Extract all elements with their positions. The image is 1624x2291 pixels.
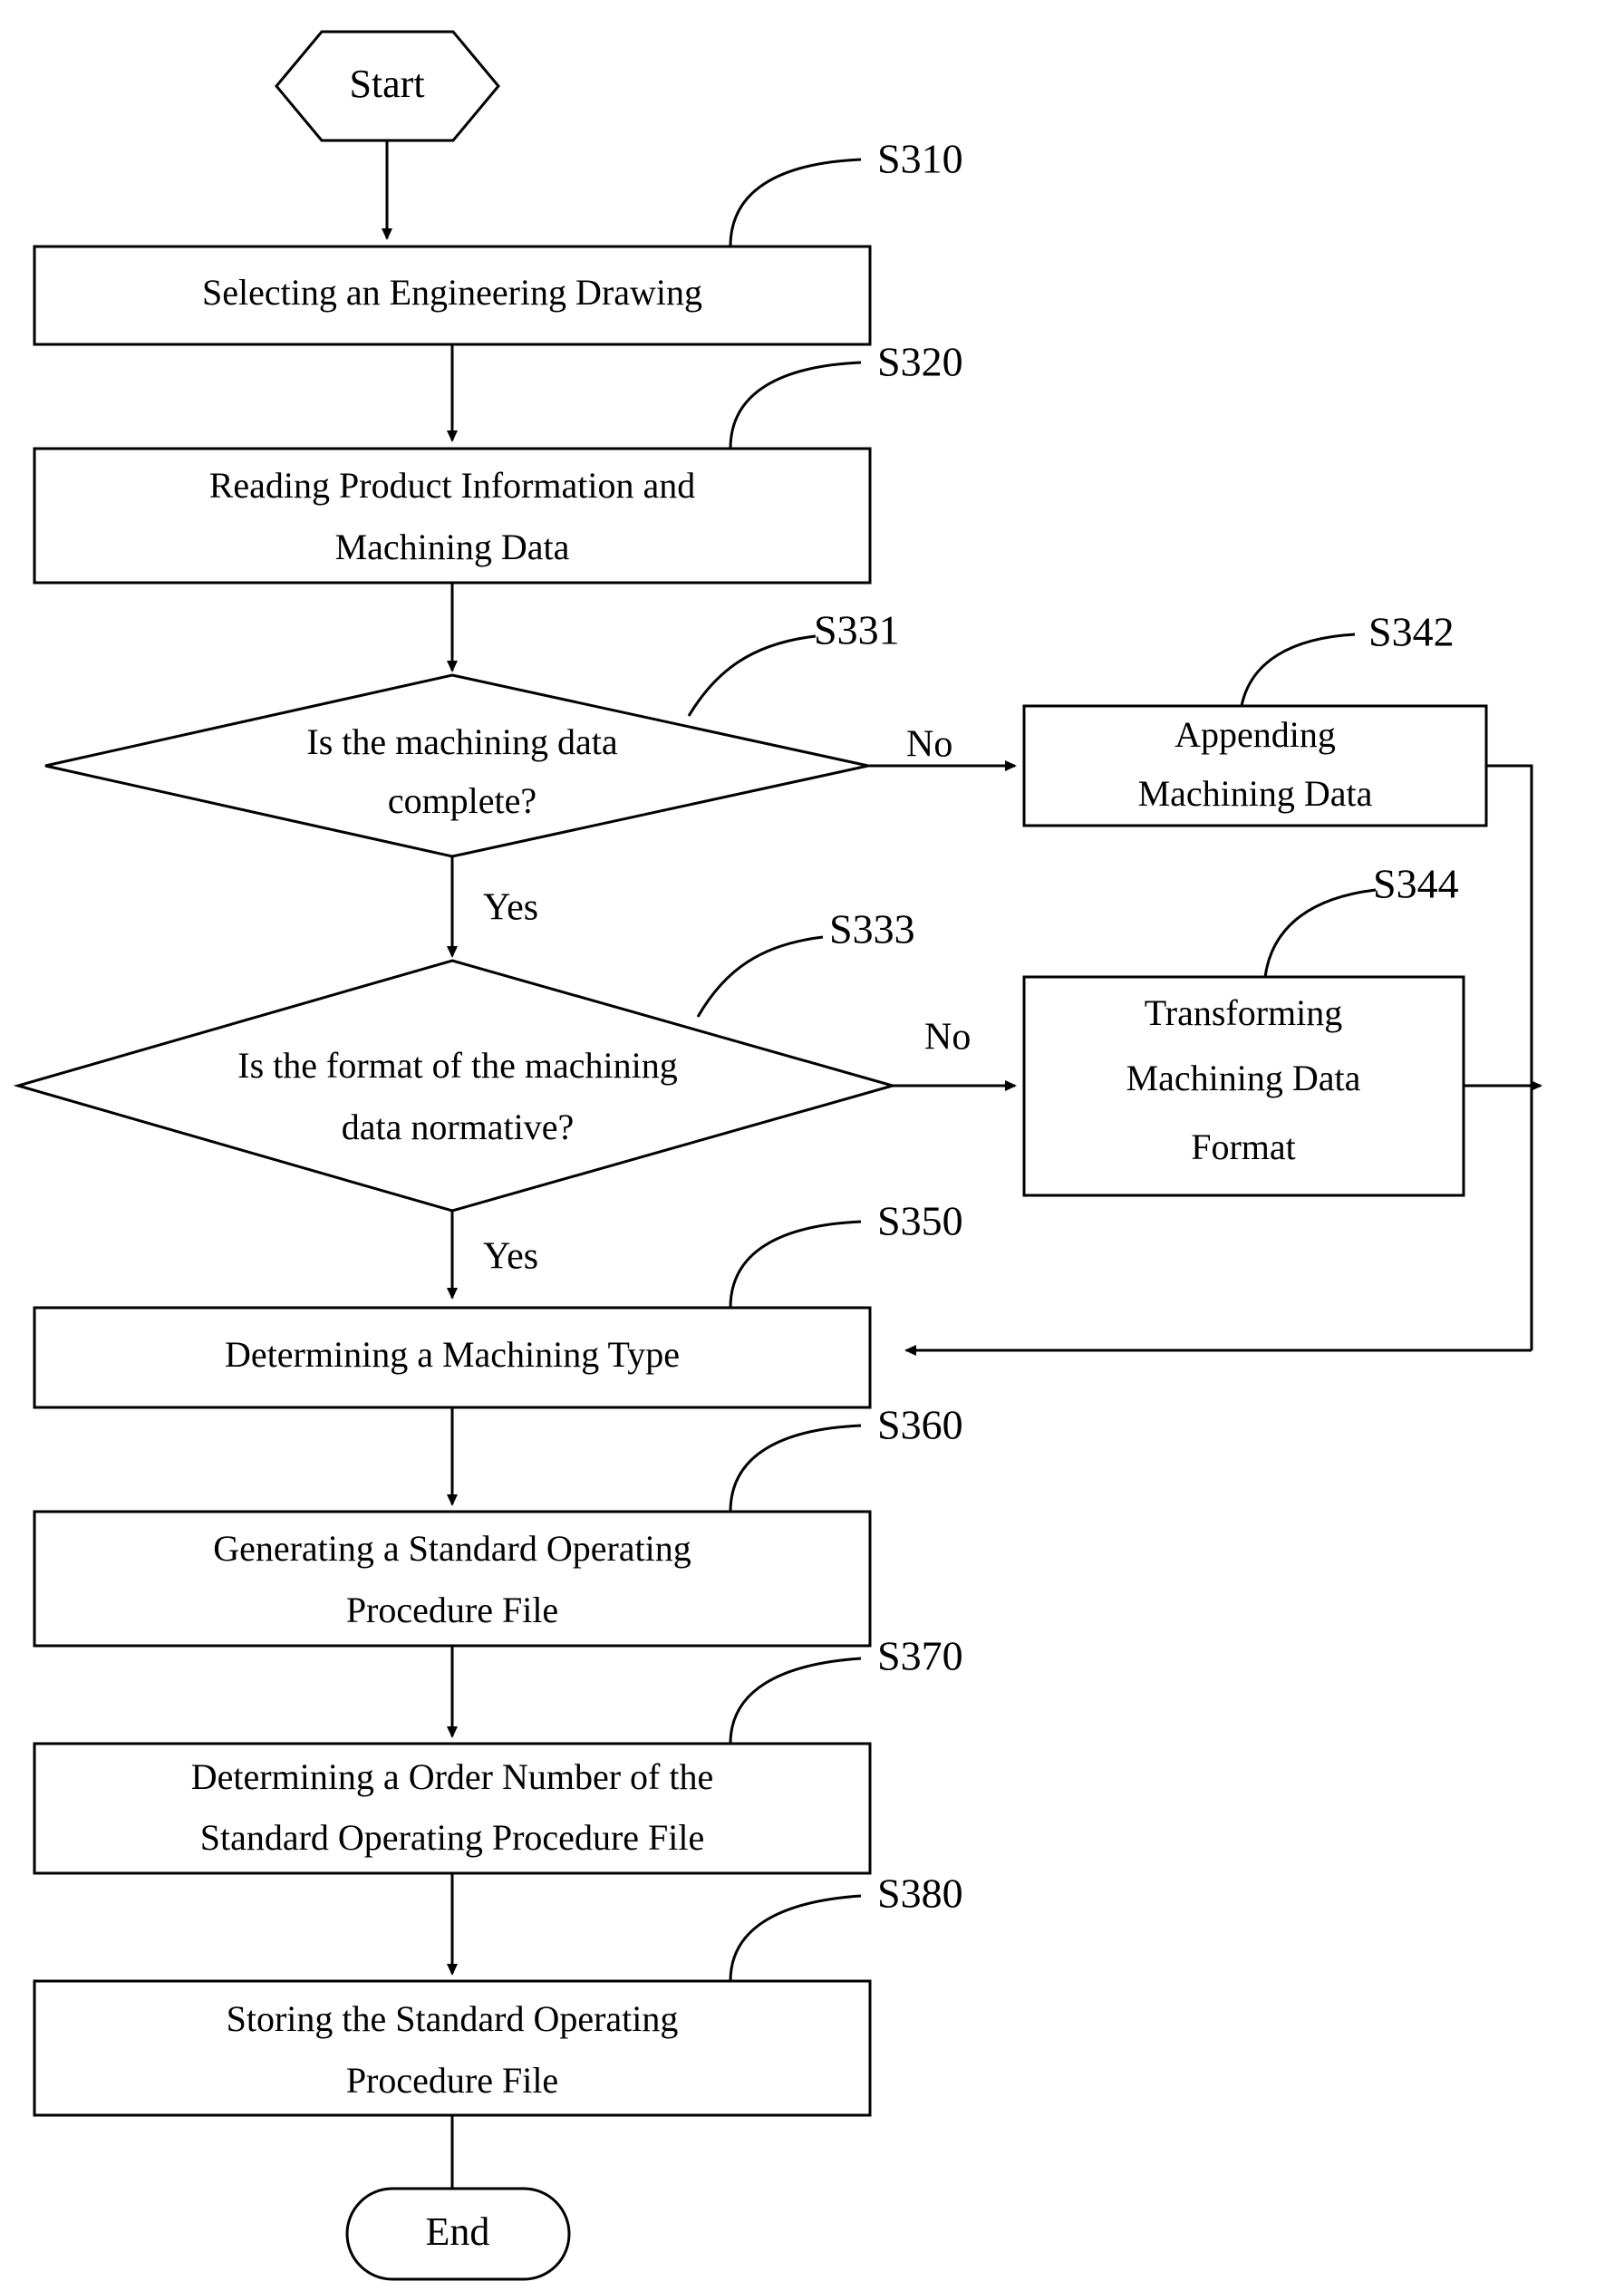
connector-s342-merge-rail — [1486, 764, 1533, 1350]
node-s350: Determining a Machining Type — [33, 1306, 872, 1409]
leader-s380 — [729, 1894, 862, 1982]
start-label: Start — [349, 62, 424, 106]
step-label-s333: S333 — [829, 906, 915, 952]
s331-diamond-shape — [44, 673, 869, 858]
node-s331: Is the machining data complete? — [44, 673, 869, 858]
leader-s342 — [1240, 633, 1356, 707]
leader-s331 — [687, 634, 817, 717]
s370-line-0: Determining a Order Number of the — [191, 1756, 713, 1797]
leader-s310 — [729, 158, 862, 247]
branch-label-no-1: No — [906, 724, 952, 766]
node-s333: Is the format of the machining data norm… — [13, 959, 898, 1213]
step-label-s380: S380 — [877, 1870, 963, 1917]
s320-line-0: Reading Product Information and — [209, 465, 696, 506]
s370-line-1: Standard Operating Procedure File — [200, 1817, 705, 1858]
step-label-s360: S360 — [877, 1402, 963, 1448]
s344-line-0: Transforming — [1145, 992, 1343, 1033]
leader-s360 — [729, 1424, 862, 1513]
flowchart-svg: Start Selecting an Engineering Drawing S… — [13, 30, 1542, 2281]
step-label-s350: S350 — [877, 1198, 963, 1244]
branch-label-yes-1: Yes — [483, 887, 538, 929]
step-label-s310: S310 — [877, 136, 963, 182]
s331-line-1: complete? — [388, 780, 536, 821]
s333-line-1: data normative? — [342, 1107, 575, 1147]
step-label-s370: S370 — [877, 1633, 963, 1679]
step-label-s331: S331 — [814, 607, 900, 653]
node-s360: Generating a Standard Operating Procedur… — [33, 1510, 872, 1648]
step-label-s320: S320 — [877, 339, 963, 385]
leader-s344 — [1263, 888, 1377, 978]
node-s380: Storing the Standard Operating Procedure… — [33, 1979, 872, 2117]
s344-line-1: Machining Data — [1126, 1058, 1361, 1098]
s360-line-1: Procedure File — [346, 1590, 558, 1630]
node-s310: Selecting an Engineering Drawing — [33, 245, 872, 346]
s380-line-1: Procedure File — [346, 2060, 558, 2101]
node-start: Start — [275, 30, 500, 142]
step-label-s344: S344 — [1373, 861, 1459, 907]
s310-line-0: Selecting an Engineering Drawing — [202, 272, 702, 313]
node-s344: Transforming Machining Data Format — [1022, 975, 1465, 1197]
s342-line-0: Appending — [1174, 714, 1336, 755]
leader-s350 — [729, 1220, 862, 1309]
node-end: End — [345, 2187, 571, 2281]
step-label-s342: S342 — [1368, 609, 1455, 655]
leader-s333 — [696, 935, 824, 1018]
branch-label-yes-2: Yes — [483, 1236, 538, 1278]
end-label: End — [426, 2209, 490, 2254]
s342-line-1: Machining Data — [1138, 773, 1373, 814]
node-s320: Reading Product Information and Machinin… — [33, 447, 872, 585]
s320-line-1: Machining Data — [335, 527, 570, 567]
s350-line-0: Determining a Machining Type — [225, 1334, 680, 1375]
s360-line-0: Generating a Standard Operating — [213, 1528, 691, 1569]
s331-line-0: Is the machining data — [306, 721, 617, 762]
s344-line-2: Format — [1191, 1126, 1296, 1167]
node-s370: Determining a Order Number of the Standa… — [33, 1742, 872, 1875]
leader-s320 — [729, 361, 862, 450]
leader-s370 — [729, 1657, 862, 1745]
flowchart-canvas: Start Selecting an Engineering Drawing S… — [0, 0, 1624, 2291]
s333-line-0: Is the format of the machining — [237, 1045, 677, 1086]
node-s342: Appending Machining Data — [1022, 704, 1488, 827]
branch-label-no-2: No — [924, 1017, 971, 1058]
s380-line-0: Storing the Standard Operating — [227, 1998, 679, 2039]
